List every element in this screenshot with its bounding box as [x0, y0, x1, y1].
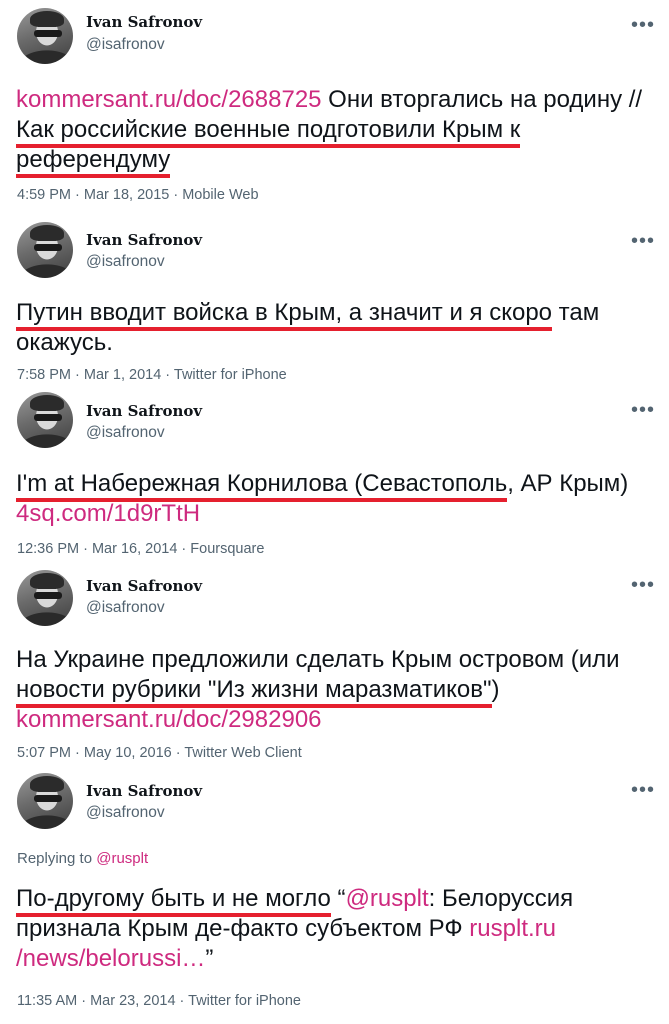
reply-handle-link[interactable]: @rusplt [96, 850, 148, 867]
underlined-text: Как российские военные подготовили Крым … [16, 116, 521, 178]
more-horizontal-icon[interactable]: ••• [631, 231, 655, 251]
tweet-text-part: ) [491, 676, 500, 703]
tweet-text-part: Они вторгались на родину // [321, 86, 643, 113]
author-name[interactable]: Ivan Safronov [86, 402, 202, 420]
tweet-meta[interactable]: 4:59 PM · Mar 18, 2015 · Mobile Web [17, 187, 259, 203]
tweet-text-part: ” [205, 945, 214, 972]
tweet-text: На Украине предложили сделать Крым остро… [16, 645, 656, 735]
author-name[interactable]: Ivan Safronov [86, 13, 202, 31]
tweet-text-part: На Украине предложили сделать Крым остро… [16, 646, 620, 673]
more-horizontal-icon[interactable]: ••• [631, 15, 655, 35]
author-name[interactable]: Ivan Safronov [86, 782, 202, 800]
author-handle[interactable]: @isafronov [86, 36, 165, 54]
author-handle[interactable]: @isafronov [86, 599, 165, 617]
more-horizontal-icon[interactable]: ••• [631, 780, 655, 800]
tweet-meta[interactable]: 11:35 AM · Mar 23, 2014 · Twitter for iP… [17, 993, 301, 1009]
tweet-link[interactable]: kommersant.ru/doc/2688725 [16, 86, 322, 113]
tweet-text: По-другому быть и не могло “@rusplt: Бел… [16, 884, 656, 974]
underlined-text: новости рубрики "Из жизни маразматиков" [16, 676, 492, 708]
avatar[interactable] [17, 222, 73, 278]
tweet-link[interactable]: 4sq.com/1d9rTtH [16, 500, 200, 527]
more-horizontal-icon[interactable]: ••• [631, 400, 655, 420]
author-handle[interactable]: @isafronov [86, 424, 165, 442]
tweet-text: Путин вводит войска в Крым, а значит и я… [16, 298, 656, 358]
tweet-meta[interactable]: 5:07 PM · May 10, 2016 · Twitter Web Cli… [17, 745, 302, 761]
reply-prefix: Replying to [17, 850, 97, 867]
mention-link[interactable]: @rusplt [346, 885, 429, 912]
tweet-meta[interactable]: 7:58 PM · Mar 1, 2014 · Twitter for iPho… [17, 367, 287, 383]
avatar[interactable] [17, 8, 73, 64]
author-name[interactable]: Ivan Safronov [86, 577, 202, 595]
avatar[interactable] [17, 570, 73, 626]
tweet-text: kommersant.ru/doc/2688725 Они вторгались… [16, 85, 656, 178]
tweet-text-part: , АР Крым) [507, 470, 629, 497]
avatar[interactable] [17, 773, 73, 829]
avatar[interactable] [17, 392, 73, 448]
tweet-text: I'm at Набережная Корнилова (Севастополь… [16, 469, 656, 529]
tweet-link[interactable]: kommersant.ru/doc/2982906 [16, 706, 322, 733]
author-handle[interactable]: @isafronov [86, 804, 165, 822]
tweet-meta[interactable]: 12:36 PM · Mar 16, 2014 · Foursquare [17, 541, 264, 557]
author-name[interactable]: Ivan Safronov [86, 231, 202, 249]
more-horizontal-icon[interactable]: ••• [631, 575, 655, 595]
underlined-text: Путин вводит войска в Крым, а значит и я… [16, 299, 553, 331]
reply-context: Replying to @rusplt [17, 850, 148, 867]
underlined-text: По-другому быть и не могло [16, 885, 331, 917]
tweet-text-part: “ [330, 885, 346, 912]
underlined-text: I'm at Набережная Корнилова (Севастополь [16, 470, 508, 502]
author-handle[interactable]: @isafronov [86, 253, 165, 271]
